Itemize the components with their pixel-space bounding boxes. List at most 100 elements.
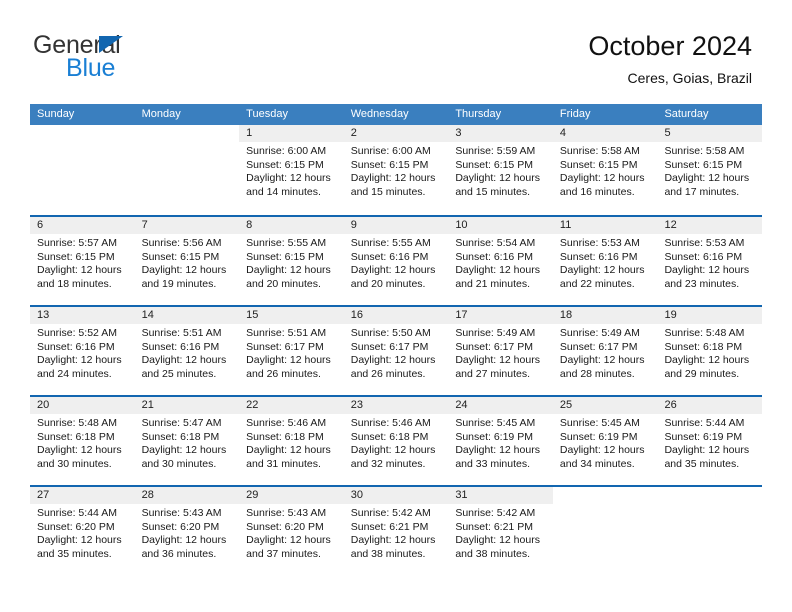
calendar-day-cell[interactable]: 13 Sunrise: 5:52 AM Sunset: 6:16 PM Dayligh…	[30, 307, 135, 395]
sunrise-time: Sunrise: 5:43 AM	[141, 507, 222, 519]
daylight-duration-line1: Daylight: 12 hours	[350, 172, 436, 185]
calendar-grid: Sunday Monday Tuesday Wednesday Thursday Frid…	[30, 104, 763, 575]
day-number	[135, 125, 240, 142]
calendar-day-cell[interactable]: 21 Sunrise: 5:47 AM Sunset: 6:18 PM Dayligh…	[134, 397, 240, 485]
calendar-day-cell[interactable]: 29 Sunrise: 5:43 AM Sunset: 6:20 PM Dayligh…	[239, 487, 344, 575]
sunrise-time: Sunrise: 5:52 AM	[37, 327, 117, 339]
daylight-duration-line2: and 20 minutes.	[246, 277, 321, 290]
daylight-duration-line1: Daylight: 12 hours	[559, 354, 645, 367]
daylight-duration-line2: and 16 minutes.	[559, 185, 635, 198]
calendar-day-cell[interactable]: 14 Sunrise: 5:51 AM Sunset: 6:16 PM Dayligh…	[134, 307, 240, 395]
sunrise-time: Sunrise: 6:00 AM	[246, 145, 327, 157]
day-number: 3	[448, 125, 553, 142]
calendar-day-cell[interactable]: 8 Sunrise: 5:55 AM Sunset: 6:15 PM Daylight…	[239, 217, 344, 305]
day-number	[657, 487, 762, 504]
daylight-duration-line1: Daylight: 12 hours	[141, 444, 227, 457]
daylight-duration-line2: and 19 minutes.	[141, 277, 217, 290]
calendar-day-cell[interactable]: 31 Sunrise: 5:42 AM Sunset: 6:21 PM Dayligh…	[448, 487, 553, 575]
sunrise-time: Sunrise: 5:45 AM	[559, 417, 640, 429]
calendar-day-cell[interactable]: 15 Sunrise: 5:51 AM Sunset: 6:17 PM Dayligh…	[239, 307, 344, 395]
sunrise-time: Sunrise: 5:49 AM	[455, 327, 536, 339]
daylight-duration-line1: Daylight: 12 hours	[350, 264, 436, 277]
calendar-day-cell[interactable]: 25 Sunrise: 5:45 AM Sunset: 6:19 PM Dayligh…	[552, 397, 658, 485]
daylight-duration-line2: and 25 minutes.	[141, 367, 217, 380]
day-details: Sunrise: 5:50 AM Sunset: 6:17 PM Daylight:…	[344, 324, 449, 381]
sunset-time: Sunset: 6:16 PM	[37, 340, 115, 353]
sunset-time: Sunset: 6:16 PM	[664, 250, 743, 263]
calendar-day-cell[interactable]: 19 Sunrise: 5:48 AM Sunset: 6:18 PM Dayligh…	[657, 307, 763, 395]
sunrise-time: Sunrise: 5:51 AM	[141, 327, 222, 339]
daylight-duration-line2: and 35 minutes.	[664, 457, 740, 470]
sunset-time: Sunset: 6:21 PM	[455, 520, 533, 533]
daylight-duration-line1: Daylight: 12 hours	[664, 264, 750, 277]
day-number: 8	[239, 217, 344, 234]
day-number: 6	[30, 217, 135, 234]
calendar-day-cell[interactable]: 6 Sunrise: 5:57 AM Sunset: 6:15 PM Daylight…	[30, 217, 135, 305]
daylight-duration-line1: Daylight: 12 hours	[664, 354, 750, 367]
day-details: Sunrise: 5:43 AM Sunset: 6:20 PM Daylight:…	[135, 504, 240, 561]
daylight-duration-line2: and 29 minutes.	[664, 367, 740, 380]
calendar-day-cell[interactable]: 11 Sunrise: 5:53 AM Sunset: 6:16 PM Dayligh…	[552, 217, 658, 305]
sunset-time: Sunset: 6:15 PM	[664, 158, 743, 171]
sunset-time: Sunset: 6:16 PM	[559, 250, 638, 263]
calendar-day-cell[interactable]: 2 Sunrise: 6:00 AM Sunset: 6:15 PM Daylight…	[343, 125, 449, 215]
sunrise-time: Sunrise: 5:44 AM	[664, 417, 745, 429]
weekday-header-saturday: Saturday	[664, 108, 709, 120]
daylight-duration-line1: Daylight: 12 hours	[455, 264, 540, 277]
daylight-duration-line2: and 36 minutes.	[141, 547, 217, 560]
daylight-duration-line2: and 26 minutes.	[246, 367, 321, 380]
calendar-day-cell[interactable]: 3 Sunrise: 5:59 AM Sunset: 6:15 PM Daylight…	[448, 125, 553, 215]
calendar-day-cell[interactable]: 22 Sunrise: 5:46 AM Sunset: 6:18 PM Dayligh…	[239, 397, 344, 485]
calendar-day-cell[interactable]: 18 Sunrise: 5:49 AM Sunset: 6:17 PM Dayligh…	[552, 307, 658, 395]
day-number: 17	[448, 307, 553, 324]
sunset-time: Sunset: 6:20 PM	[141, 520, 220, 533]
day-number: 25	[552, 397, 658, 414]
day-number: 13	[30, 307, 135, 324]
calendar-day-cell[interactable]: 27 Sunrise: 5:44 AM Sunset: 6:20 PM Dayligh…	[30, 487, 135, 575]
calendar-day-cell[interactable]: 12 Sunrise: 5:53 AM Sunset: 6:16 PM Dayligh…	[657, 217, 763, 305]
daylight-duration-line1: Daylight: 12 hours	[559, 444, 645, 457]
sunrise-time: Sunrise: 5:45 AM	[455, 417, 536, 429]
daylight-duration-line1: Daylight: 12 hours	[141, 354, 227, 367]
calendar-day-cell[interactable]: 30 Sunrise: 5:42 AM Sunset: 6:21 PM Dayligh…	[343, 487, 449, 575]
day-number: 5	[657, 125, 763, 142]
calendar-day-cell[interactable]: 10 Sunrise: 5:54 AM Sunset: 6:16 PM Dayligh…	[448, 217, 553, 305]
sunrise-time: Sunrise: 5:56 AM	[141, 237, 222, 249]
calendar-day-cell-empty	[30, 125, 135, 215]
calendar-day-cell[interactable]: 16 Sunrise: 5:50 AM Sunset: 6:17 PM Dayligh…	[343, 307, 449, 395]
sunset-time: Sunset: 6:15 PM	[559, 158, 638, 171]
day-number: 16	[343, 307, 449, 324]
calendar-day-cell[interactable]: 9 Sunrise: 5:55 AM Sunset: 6:16 PM Daylight…	[343, 217, 449, 305]
weekday-header-row: Sunday Monday Tuesday Wednesday Thursday Frid…	[30, 104, 762, 125]
calendar-day-cell[interactable]: 5 Sunrise: 5:58 AM Sunset: 6:15 PM Daylight…	[657, 125, 763, 215]
daylight-duration-line1: Daylight: 12 hours	[141, 534, 227, 547]
page-header: General Blue October 2024 Ceres, Goias, …	[0, 0, 792, 100]
page-title: October 2024	[588, 31, 752, 61]
day-details: Sunrise: 5:51 AM Sunset: 6:16 PM Daylight:…	[135, 324, 240, 381]
calendar-day-cell[interactable]: 23 Sunrise: 5:46 AM Sunset: 6:18 PM Dayligh…	[343, 397, 449, 485]
day-details: Sunrise: 5:46 AM Sunset: 6:18 PM Daylight:…	[344, 414, 449, 471]
daylight-duration-line2: and 32 minutes.	[350, 457, 426, 470]
daylight-duration-line2: and 30 minutes.	[37, 457, 112, 470]
daylight-duration-line1: Daylight: 12 hours	[37, 354, 122, 367]
day-number	[30, 125, 135, 142]
calendar-day-cell[interactable]: 26 Sunrise: 5:44 AM Sunset: 6:19 PM Dayligh…	[657, 397, 763, 485]
day-details: Sunrise: 5:48 AM Sunset: 6:18 PM Daylight:…	[657, 324, 762, 381]
calendar-day-cell[interactable]: 28 Sunrise: 5:43 AM Sunset: 6:20 PM Dayligh…	[134, 487, 240, 575]
calendar-day-cell[interactable]: 4 Sunrise: 5:58 AM Sunset: 6:15 PM Daylight…	[552, 125, 658, 215]
weekday-header-friday: Friday	[559, 108, 591, 120]
daylight-duration-line1: Daylight: 12 hours	[455, 172, 540, 185]
day-details: Sunrise: 5:44 AM Sunset: 6:20 PM Daylight:…	[30, 504, 135, 561]
sunset-time: Sunset: 6:15 PM	[141, 250, 220, 263]
calendar-day-cell[interactable]: 7 Sunrise: 5:56 AM Sunset: 6:15 PM Daylight…	[134, 217, 240, 305]
daylight-duration-line2: and 31 minutes.	[246, 457, 321, 470]
calendar-day-cell[interactable]: 1 Sunrise: 6:00 AM Sunset: 6:15 PM Daylight…	[239, 125, 344, 215]
day-number: 22	[239, 397, 344, 414]
calendar-day-cell[interactable]: 20 Sunrise: 5:48 AM Sunset: 6:18 PM Dayligh…	[30, 397, 135, 485]
calendar-day-cell[interactable]: 24 Sunrise: 5:45 AM Sunset: 6:19 PM Dayligh…	[448, 397, 553, 485]
day-number: 19	[657, 307, 763, 324]
daylight-duration-line2: and 24 minutes.	[37, 367, 112, 380]
day-details: Sunrise: 5:51 AM Sunset: 6:17 PM Daylight:…	[239, 324, 344, 381]
daylight-duration-line1: Daylight: 12 hours	[37, 534, 122, 547]
calendar-day-cell[interactable]: 17 Sunrise: 5:49 AM Sunset: 6:17 PM Dayligh…	[448, 307, 553, 395]
